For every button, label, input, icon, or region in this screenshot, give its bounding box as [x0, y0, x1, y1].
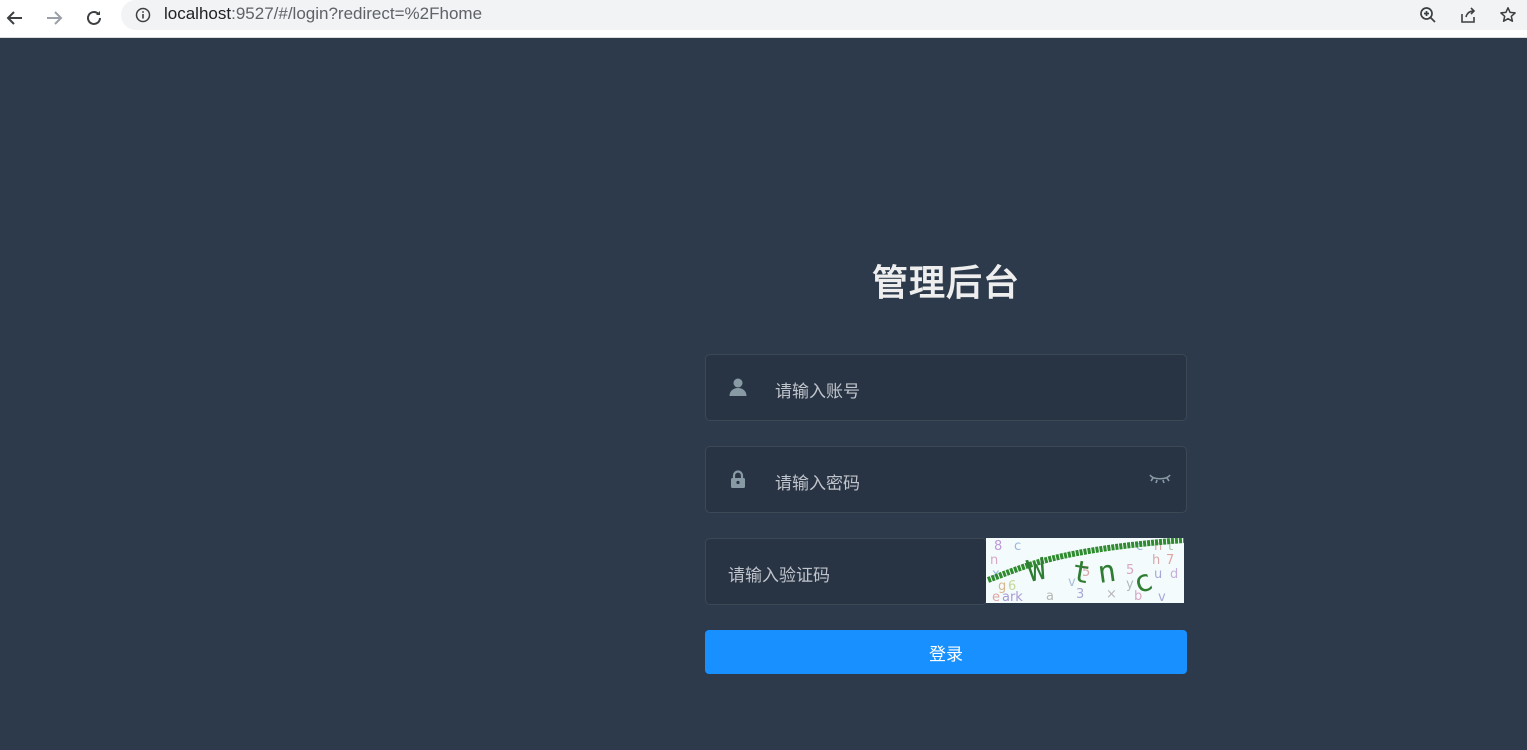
captcha-image[interactable]: 8c nx g6 e ark av 53 × 5 ch th 7u dy bv W …	[986, 538, 1184, 603]
username-placeholder: 请输入账号	[775, 382, 860, 402]
share-button[interactable]	[1457, 4, 1479, 26]
svg-text:8: 8	[994, 539, 1002, 554]
page-title: 管理后台	[871, 263, 1020, 304]
url-path: :9527/#/login?redirect=%2Fhome	[231, 4, 483, 23]
browser-toolbar: localhost:9527/#/login?redirect=%2Fhome	[0, 0, 1527, 38]
arrow-right-icon	[47, 11, 63, 25]
password-field[interactable]: 请输入密码	[705, 446, 1187, 513]
bookmark-button[interactable]	[1497, 4, 1519, 26]
svg-text:e: e	[992, 590, 1000, 603]
svg-text:d: d	[1170, 567, 1178, 582]
url-host: localhost	[164, 4, 232, 23]
star-icon	[1500, 7, 1516, 22]
captcha-char-3: n	[1095, 554, 1118, 591]
zoom-button[interactable]	[1417, 4, 1439, 26]
svg-text:h: h	[1152, 553, 1160, 568]
arrow-left-icon	[6, 11, 22, 25]
url-text: localhost:9527/#/login?redirect=%2Fhome	[164, 4, 482, 24]
username-field[interactable]: 请输入账号	[705, 354, 1187, 421]
reload-button[interactable]	[79, 3, 109, 33]
show-password-toggle[interactable]	[1148, 470, 1172, 490]
address-bar[interactable]: localhost:9527/#/login?redirect=%2Fhome	[121, 0, 1527, 30]
eye-closed-icon	[1149, 474, 1171, 484]
svg-text:n: n	[990, 553, 998, 568]
reload-icon	[87, 10, 101, 25]
captcha-field[interactable]: 请输入验证码	[705, 538, 987, 605]
svg-text:7: 7	[1166, 553, 1174, 568]
svg-text:ark: ark	[1002, 590, 1023, 603]
zoom-icon	[1420, 7, 1436, 23]
svg-text:u: u	[1154, 567, 1162, 582]
login-button[interactable]: 登录	[705, 630, 1187, 674]
svg-text:a: a	[1046, 589, 1054, 603]
back-button[interactable]	[0, 3, 30, 33]
captcha-placeholder: 请输入验证码	[728, 566, 830, 586]
svg-text:c: c	[1014, 539, 1021, 554]
lock-icon	[728, 469, 748, 489]
captcha-char-2: t	[1069, 554, 1093, 592]
user-icon	[728, 377, 748, 397]
svg-text:v: v	[1158, 590, 1166, 603]
forward-button[interactable]	[39, 3, 69, 33]
share-icon	[1461, 7, 1476, 23]
password-placeholder: 请输入密码	[775, 474, 860, 494]
captcha-graphic: 8c nx g6 e ark av 53 ×5 ch th 7u dy bv W …	[986, 538, 1184, 603]
info-icon[interactable]	[135, 7, 151, 23]
